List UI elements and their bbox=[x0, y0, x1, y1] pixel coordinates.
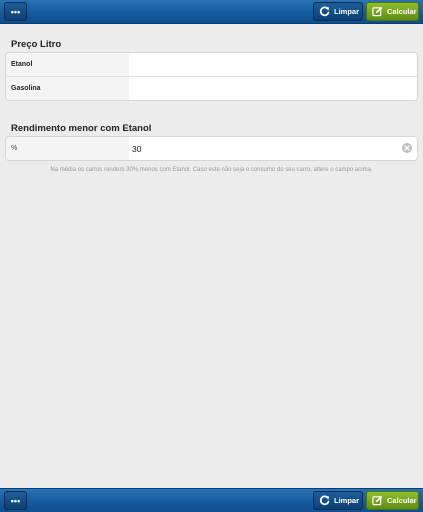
rendimento-note: Na média os carros rendem 30% menos com … bbox=[50, 167, 373, 173]
limpar-button[interactable]: Limpar bbox=[313, 2, 363, 21]
gasolina-label: Gasolina bbox=[6, 77, 129, 100]
edit-icon bbox=[372, 6, 383, 17]
limpar-label: Limpar bbox=[334, 7, 360, 16]
calcular-label: Calcular bbox=[387, 496, 417, 505]
gasolina-row: Gasolina bbox=[6, 76, 417, 100]
percent-row: % bbox=[6, 137, 417, 160]
preco-litro-title: Preço Litro bbox=[11, 39, 62, 50]
clear-circle-icon[interactable] bbox=[402, 143, 412, 153]
rendimento-title: Rendimento menor com Etanol bbox=[11, 123, 152, 134]
refresh-icon bbox=[319, 6, 330, 17]
etanol-label: Etanol bbox=[6, 53, 129, 76]
calcular-button[interactable]: Calcular bbox=[366, 2, 419, 21]
ellipsis-icon: ••• bbox=[10, 495, 21, 506]
rendimento-group: % bbox=[5, 136, 418, 161]
menu-button[interactable]: ••• bbox=[4, 2, 27, 21]
calcular-label: Calcular bbox=[387, 7, 417, 16]
refresh-icon bbox=[319, 495, 330, 506]
percent-input[interactable] bbox=[129, 137, 417, 160]
top-toolbar: ••• Limpar Calcular bbox=[0, 0, 423, 24]
etanol-row: Etanol bbox=[6, 53, 417, 76]
gasolina-input[interactable] bbox=[129, 77, 417, 100]
bottom-toolbar: ••• Limpar Calcular bbox=[0, 488, 423, 512]
limpar-label: Limpar bbox=[334, 496, 360, 505]
edit-icon bbox=[372, 495, 383, 506]
percent-label: % bbox=[6, 137, 129, 160]
preco-litro-group: Etanol Gasolina bbox=[5, 52, 418, 101]
calcular-button[interactable]: Calcular bbox=[366, 491, 419, 510]
menu-button[interactable]: ••• bbox=[4, 491, 27, 510]
etanol-input[interactable] bbox=[129, 53, 417, 76]
ellipsis-icon: ••• bbox=[10, 6, 21, 17]
limpar-button[interactable]: Limpar bbox=[313, 491, 363, 510]
